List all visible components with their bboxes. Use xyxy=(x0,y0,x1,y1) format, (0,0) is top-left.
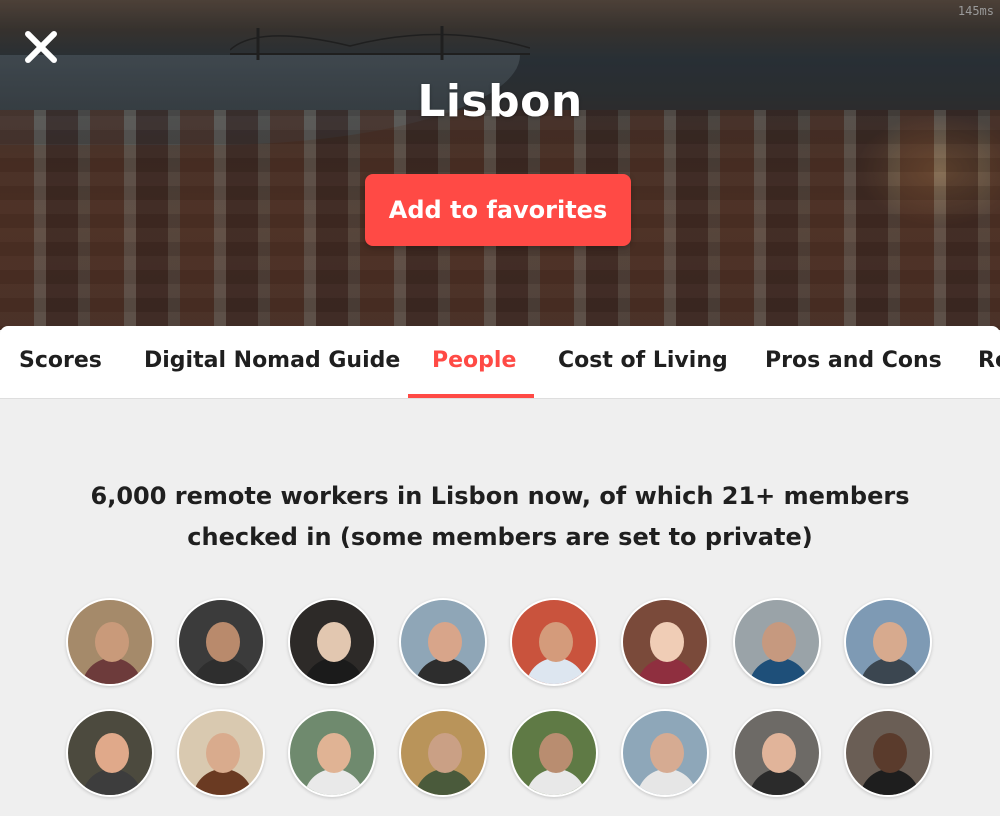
summary-line-2: checked in (some members are set to priv… xyxy=(187,523,813,551)
member-avatar[interactable] xyxy=(288,709,376,797)
member-avatar[interactable] xyxy=(844,709,932,797)
member-avatar[interactable] xyxy=(621,598,709,686)
member-avatar[interactable] xyxy=(399,598,487,686)
close-button[interactable] xyxy=(22,28,60,66)
add-to-favorites-button[interactable]: Add to favorites xyxy=(365,174,631,246)
member-avatar[interactable] xyxy=(621,709,709,797)
member-avatar[interactable] xyxy=(288,598,376,686)
city-hero-image xyxy=(0,0,1000,330)
member-avatar[interactable] xyxy=(733,598,821,686)
close-icon xyxy=(25,31,57,63)
member-avatar[interactable] xyxy=(733,709,821,797)
tab-digital-nomad-guide[interactable]: Digital Nomad Guide xyxy=(144,326,400,398)
member-avatar[interactable] xyxy=(844,598,932,686)
tab-cost-of-living[interactable]: Cost of Living xyxy=(558,326,728,398)
timing-readout: 145ms xyxy=(957,4,994,18)
member-avatar[interactable] xyxy=(399,709,487,797)
tab-scores[interactable]: Scores xyxy=(19,326,102,398)
section-tabs: Scores Digital Nomad Guide People Cost o… xyxy=(0,326,1000,399)
member-avatar[interactable] xyxy=(510,598,598,686)
active-tab-indicator xyxy=(408,394,534,398)
summary-line-1: 6,000 remote workers in Lisbon now, of w… xyxy=(90,482,910,510)
city-title: Lisbon xyxy=(417,76,583,127)
remote-workers-summary: 6,000 remote workers in Lisbon now, of w… xyxy=(0,476,1000,558)
member-avatar[interactable] xyxy=(66,709,154,797)
member-avatar[interactable] xyxy=(177,598,265,686)
tab-overflow[interactable]: Re xyxy=(978,326,1000,398)
member-avatar[interactable] xyxy=(66,598,154,686)
tab-pros-and-cons[interactable]: Pros and Cons xyxy=(765,326,942,398)
member-avatar[interactable] xyxy=(510,709,598,797)
member-avatar[interactable] xyxy=(177,709,265,797)
tab-people[interactable]: People xyxy=(432,326,516,398)
